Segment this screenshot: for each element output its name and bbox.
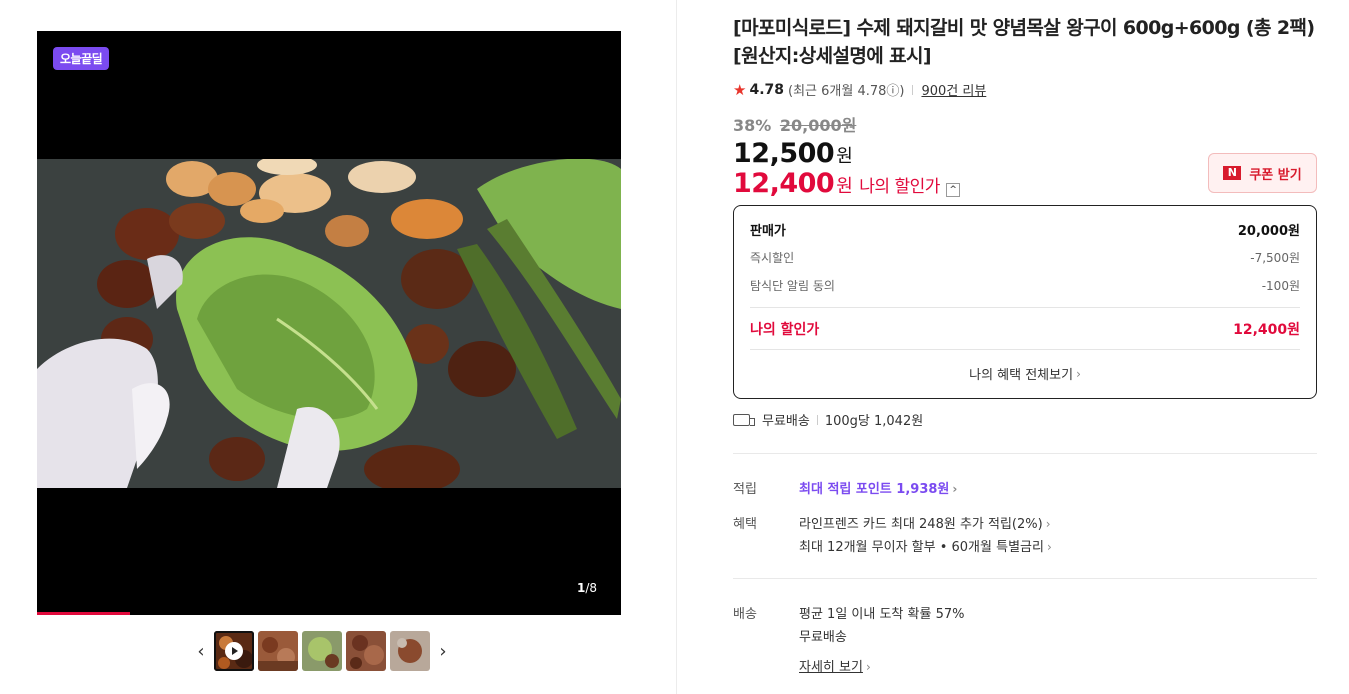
installment-benefit-link[interactable]: 최대 12개월 무이자 할부 • 60개월 특별금리 › xyxy=(799,536,1052,555)
my-price-label: 나의 할인가 xyxy=(859,177,940,197)
shipping-summary: 무료배송 100g당 1,042원 xyxy=(733,410,923,429)
chevron-right-icon: › xyxy=(1076,366,1081,381)
sale-price: 12,500 원 xyxy=(733,138,853,169)
original-price: 20,000원 xyxy=(779,116,857,135)
breakdown-total-label: 나의 할인가 xyxy=(750,321,820,338)
delivery-arrival-text: 평균 1일 이내 도착 확률 57% xyxy=(799,607,965,622)
rating-recent[interactable]: (최근 6개월 4.78ⓘ) xyxy=(788,80,904,99)
product-title: [마포미식로드] 수제 돼지갈비 맛 양념목살 왕구이 600g+600g (총… xyxy=(733,17,1315,67)
breakdown-item-row: 즉시할인 -7,500원 xyxy=(750,243,1300,271)
column-divider xyxy=(676,0,677,694)
rating-separator xyxy=(912,84,914,95)
my-price-unit: 원 xyxy=(836,176,853,197)
chevron-right-icon: › xyxy=(865,660,871,674)
shipping-separator xyxy=(816,414,818,425)
thumbnail-image-5[interactable] xyxy=(390,631,430,671)
breakdown-item-value: -7,500원 xyxy=(1250,250,1300,265)
view-all-benefits-label: 나의 혜택 전체보기 xyxy=(969,368,1074,383)
star-icon: ★ xyxy=(733,80,747,99)
product-media-viewer[interactable]: 오늘끝딜 1/8 xyxy=(37,31,621,615)
chevron-up-icon[interactable]: ^ xyxy=(945,183,960,197)
chevron-right-icon[interactable]: › xyxy=(432,631,454,671)
rating-score: 4.78 xyxy=(749,81,784,98)
product-photo-illustration xyxy=(37,159,621,488)
free-shipping-label: 무료배송 xyxy=(762,414,810,429)
discount-rate: 38% xyxy=(733,116,772,135)
breakdown-item-value: -100원 xyxy=(1261,278,1300,293)
breakdown-sale-label: 판매가 xyxy=(750,223,786,239)
play-icon xyxy=(225,642,243,660)
delivery-details-link[interactable]: 자세히 보기 › xyxy=(799,656,871,675)
thumbnail-strip: ‹ › xyxy=(190,631,454,671)
slide-counter-total: /8 xyxy=(585,581,597,595)
delivery-fee-text: 무료배송 xyxy=(799,630,847,645)
points-row-label: 적립 xyxy=(733,482,757,497)
section-divider xyxy=(733,453,1317,454)
media-progress-fill xyxy=(37,612,131,615)
breakdown-item-label: 탐식단 알림 동의 xyxy=(750,278,835,293)
perks-row-label: 혜택 xyxy=(733,517,757,532)
max-points-text: 최대 적립 포인트 1,938원 xyxy=(799,482,950,497)
installment-benefit-text: 최대 12개월 무이자 할부 • 60개월 특별금리 xyxy=(799,540,1044,555)
slide-counter: 1/8 xyxy=(577,581,597,595)
card-benefit-text: 라인프렌즈 카드 최대 248원 추가 적립(2%) xyxy=(799,517,1043,532)
thumbnail-video[interactable] xyxy=(214,631,254,671)
naver-n-icon: N xyxy=(1223,166,1242,180)
coupon-label: 쿠폰 받기 xyxy=(1249,167,1302,183)
delivery-details-text: 자세히 보기 xyxy=(799,660,863,675)
deal-badge: 오늘끝딜 xyxy=(53,47,110,70)
view-all-benefits-link[interactable]: 나의 혜택 전체보기 › xyxy=(750,349,1300,397)
sale-price-unit: 원 xyxy=(836,146,853,167)
breakdown-item-label: 즉시할인 xyxy=(750,250,795,265)
thumbnail-image-4[interactable] xyxy=(346,631,386,671)
my-price-value: 12,400 xyxy=(733,168,835,199)
price-breakdown-box: 판매가 20,000원 즉시할인 -7,500원 탐식단 알림 동의 -100원… xyxy=(733,205,1317,399)
chevron-right-icon: › xyxy=(1046,540,1052,554)
sale-price-value: 12,500 xyxy=(733,138,835,169)
breakdown-sale-row: 판매가 20,000원 xyxy=(750,215,1300,243)
thumbnail-image xyxy=(346,631,386,671)
my-discount-price: 12,400 원 나의 할인가 ^ xyxy=(733,168,960,199)
thumbnail-image-3[interactable] xyxy=(302,631,342,671)
review-count-link[interactable]: 900건 리뷰 xyxy=(921,80,986,99)
media-progress-bar[interactable] xyxy=(37,612,621,615)
chevron-left-icon[interactable]: ‹ xyxy=(190,631,212,671)
chevron-right-icon: › xyxy=(952,482,958,496)
chevron-right-icon: › xyxy=(1045,517,1051,531)
breakdown-total-value: 12,400원 xyxy=(1233,321,1300,338)
coupon-button[interactable]: N 쿠폰 받기 xyxy=(1208,153,1317,193)
delivery-row-label: 배송 xyxy=(733,607,757,622)
card-benefit-link[interactable]: 라인프렌즈 카드 최대 248원 추가 적립(2%) › xyxy=(799,513,1051,532)
thumbnail-image xyxy=(390,631,430,671)
breakdown-total-row: 나의 할인가 12,400원 xyxy=(750,307,1300,349)
thumbnail-image xyxy=(258,631,298,671)
unit-price-label: 100g당 1,042원 xyxy=(824,414,924,429)
truck-icon xyxy=(733,413,755,426)
max-points-link[interactable]: 최대 적립 포인트 1,938원 › xyxy=(799,478,957,497)
breakdown-sale-value: 20,000원 xyxy=(1237,223,1300,239)
section-divider xyxy=(733,578,1317,579)
thumbnail-image-2[interactable] xyxy=(258,631,298,671)
breakdown-item-row: 탐식단 알림 동의 -100원 xyxy=(750,271,1300,299)
thumbnail-image xyxy=(302,631,342,671)
rating-summary: ★ 4.78 (최근 6개월 4.78ⓘ) 900건 리뷰 xyxy=(733,80,986,100)
discount-line: 38% 20,000원 xyxy=(733,112,856,136)
product-video-frame[interactable] xyxy=(37,159,621,488)
